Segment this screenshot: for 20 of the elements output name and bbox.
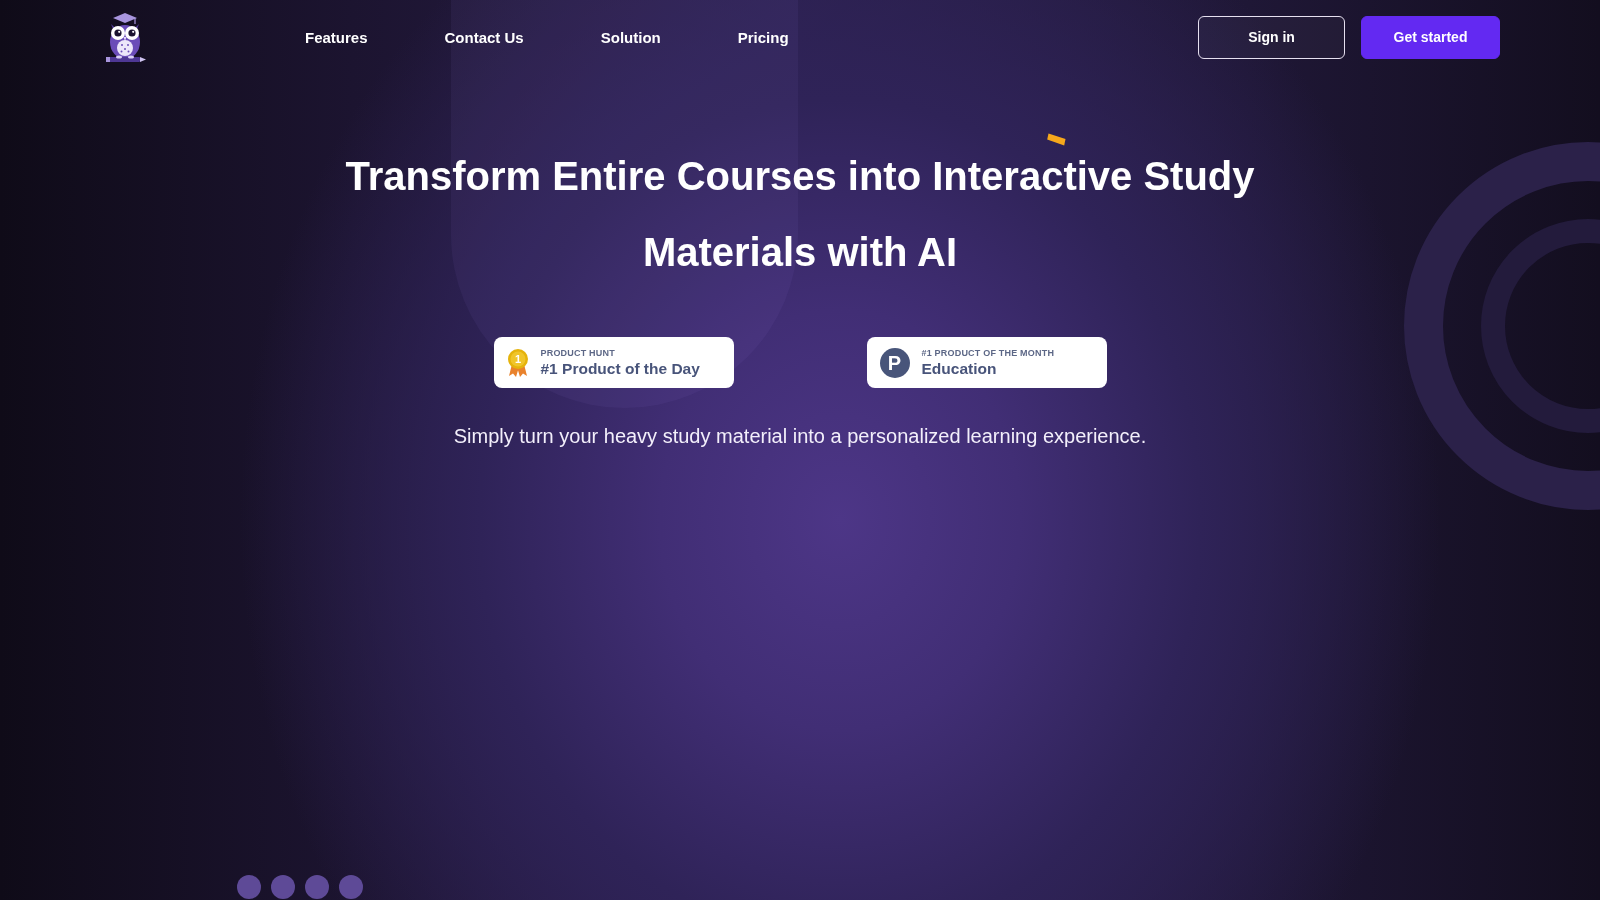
letter-logo-icon: P: [879, 347, 910, 378]
nav-link[interactable]: Pricing: [737, 27, 789, 48]
dash-icon: [1047, 133, 1066, 146]
badge-title: #1 Product of the Day: [540, 358, 700, 379]
hero-title: Transform Entire Courses into Interactive Study Materials with AI: [345, 154, 1255, 274]
badge-title: Education: [921, 358, 998, 379]
hero-subtitle: Simply turn your heavy study material into a personalized learning experience.: [453, 424, 1147, 449]
badge-eyebrow: PRODUCT HUNT: [540, 347, 616, 359]
nav-link[interactable]: Contact Us: [444, 27, 524, 48]
sign-in-button[interactable]: Sign in: [1198, 16, 1345, 59]
award-badge[interactable]: 1 PRODUCT HUNT #1 Product of the Day: [493, 337, 734, 388]
dot-icon: [339, 875, 363, 899]
dot-icon: [237, 875, 261, 899]
get-started-button[interactable]: Get started: [1361, 16, 1500, 59]
nav-link[interactable]: Features: [305, 27, 368, 48]
dot-icon: [271, 875, 295, 899]
badge-eyebrow: #1 PRODUCT OF THE MONTH: [921, 347, 1055, 359]
nav-link[interactable]: Solution: [600, 27, 661, 48]
award-badge[interactable]: P #1 PRODUCT OF THE MONTH Education: [866, 337, 1107, 388]
dot-icon: [305, 875, 329, 899]
